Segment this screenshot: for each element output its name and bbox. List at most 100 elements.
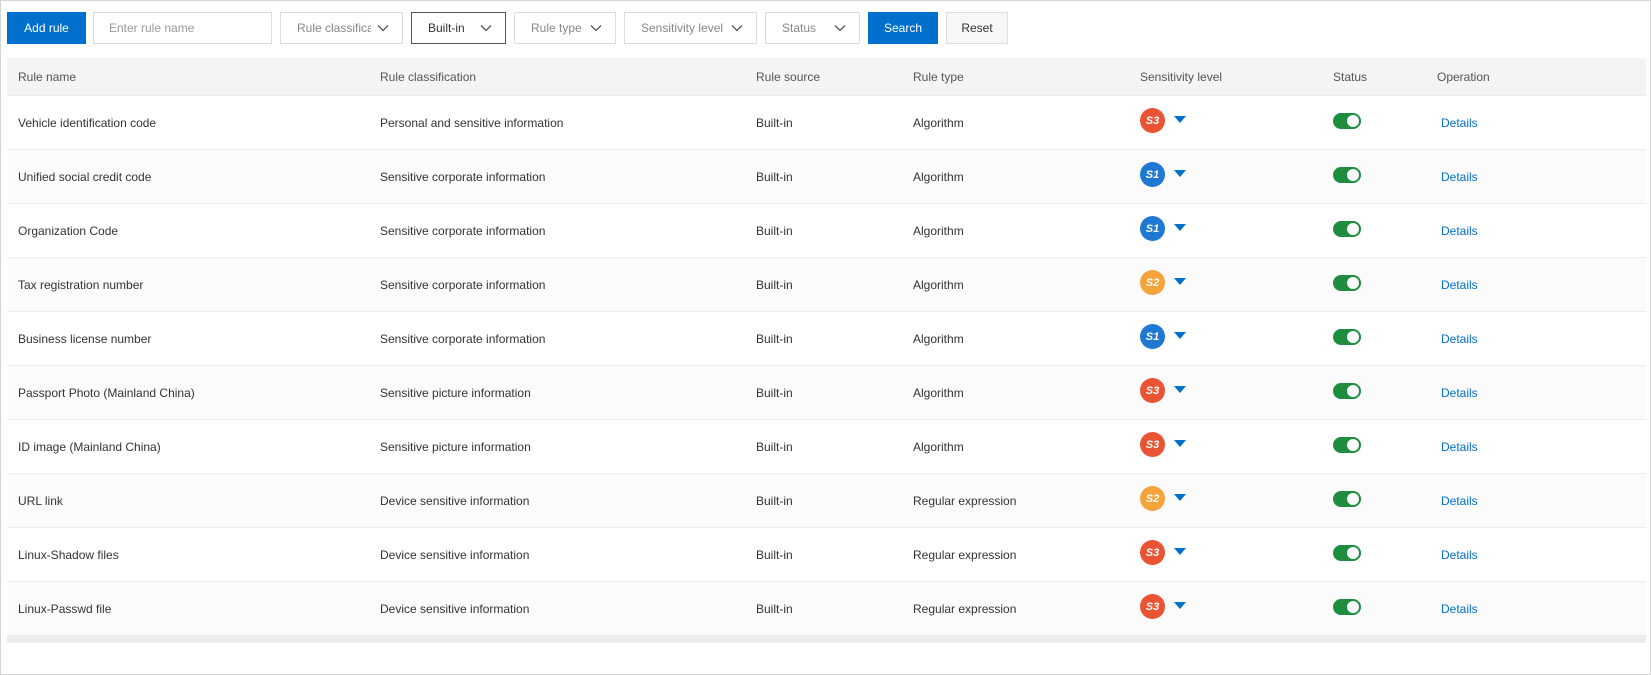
sensitivity-badge: S3 xyxy=(1140,378,1165,403)
sensitivity-level-control: S3 xyxy=(1140,540,1322,565)
rule-type-select[interactable]: Rule type xyxy=(514,12,616,44)
cell-sensitivity-level: S1 xyxy=(1129,216,1322,241)
caret-down-icon[interactable] xyxy=(1174,440,1186,447)
rule-source-select[interactable]: Built-in xyxy=(411,12,506,44)
cell-status xyxy=(1322,490,1426,507)
details-link[interactable]: Details xyxy=(1437,602,1478,616)
cell-rule-source: Built-in xyxy=(756,223,793,238)
cell-rule-name: Passport Photo (Mainland China) xyxy=(18,385,195,400)
caret-down-icon[interactable] xyxy=(1174,278,1186,285)
cell-rule-source: Built-in xyxy=(756,331,793,346)
header-rule-classification: Rule classification xyxy=(380,69,477,84)
cell-operation: Details xyxy=(1426,170,1646,184)
cell-rule-source: Built-in xyxy=(756,547,793,562)
cell-sensitivity-level: S2 xyxy=(1129,270,1322,295)
status-toggle[interactable] xyxy=(1333,598,1361,615)
cell-rule-classification: Personal and sensitive information xyxy=(380,115,564,130)
add-rule-button[interactable]: Add rule xyxy=(7,12,86,44)
sensitivity-badge: S3 xyxy=(1140,108,1165,133)
caret-down-icon[interactable] xyxy=(1174,224,1186,231)
sensitivity-badge: S3 xyxy=(1140,594,1165,619)
status-toggle[interactable] xyxy=(1333,328,1361,345)
sensitivity-level-select[interactable]: Sensitivity level xyxy=(624,12,757,44)
caret-down-icon[interactable] xyxy=(1174,116,1186,123)
cell-rule-classification: Sensitive corporate information xyxy=(380,223,546,238)
details-link[interactable]: Details xyxy=(1437,224,1478,238)
cell-sensitivity-level: S3 xyxy=(1129,540,1322,565)
cell-operation: Details xyxy=(1426,548,1646,562)
horizontal-scrollbar[interactable] xyxy=(7,635,1646,643)
sensitivity-level-control: S2 xyxy=(1140,486,1322,511)
status-toggle[interactable] xyxy=(1333,112,1361,129)
table-row: Organization Code Sensitive corporate inf… xyxy=(7,204,1646,258)
cell-rule-name: Organization Code xyxy=(18,223,119,238)
cell-rule-type: Algorithm xyxy=(913,277,964,292)
cell-operation: Details xyxy=(1426,440,1646,454)
cell-rule-classification: Sensitive picture information xyxy=(380,385,531,400)
status-toggle[interactable] xyxy=(1333,166,1361,183)
cell-sensitivity-level: S3 xyxy=(1129,432,1322,457)
header-status: Status xyxy=(1333,69,1368,84)
cell-sensitivity-level: S1 xyxy=(1129,324,1322,349)
details-link[interactable]: Details xyxy=(1437,440,1478,454)
caret-down-icon[interactable] xyxy=(1174,170,1186,177)
cell-rule-name: Business license number xyxy=(18,331,152,346)
details-link[interactable]: Details xyxy=(1437,548,1478,562)
chevron-down-icon xyxy=(479,21,493,35)
cell-rule-name: Linux-Passwd file xyxy=(18,601,112,616)
details-link[interactable]: Details xyxy=(1437,332,1478,346)
cell-rule-classification: Sensitive corporate information xyxy=(380,331,546,346)
cell-status xyxy=(1322,382,1426,399)
table-row: Vehicle identification code Personal and … xyxy=(7,96,1646,150)
sensitivity-level-control: S3 xyxy=(1140,108,1322,133)
cell-rule-name: ID image (Mainland China) xyxy=(18,439,161,454)
status-toggle[interactable] xyxy=(1333,544,1361,561)
sensitivity-level-control: S1 xyxy=(1140,216,1322,241)
details-link[interactable]: Details xyxy=(1437,116,1478,130)
sensitivity-level-control: S3 xyxy=(1140,432,1322,457)
caret-down-icon[interactable] xyxy=(1174,494,1186,501)
cell-rule-classification: Sensitive picture information xyxy=(380,439,531,454)
sensitivity-badge: S1 xyxy=(1140,216,1165,241)
details-link[interactable]: Details xyxy=(1437,278,1478,292)
caret-down-icon[interactable] xyxy=(1174,386,1186,393)
rules-table: Rule name Rule classification Rule sourc… xyxy=(7,58,1646,636)
details-link[interactable]: Details xyxy=(1437,170,1478,184)
search-button[interactable]: Search xyxy=(868,12,938,44)
status-select[interactable]: Status xyxy=(765,12,860,44)
cell-status xyxy=(1322,328,1426,345)
cell-rule-type: Algorithm xyxy=(913,169,964,184)
sensitivity-level-control: S2 xyxy=(1140,270,1322,295)
table-row: Passport Photo (Mainland China) Sensitive… xyxy=(7,366,1646,420)
caret-down-icon[interactable] xyxy=(1174,548,1186,555)
cell-status xyxy=(1322,220,1426,237)
status-toggle[interactable] xyxy=(1333,490,1361,507)
sensitivity-badge: S2 xyxy=(1140,486,1165,511)
table-header: Rule name Rule classification Rule sourc… xyxy=(7,58,1646,96)
cell-rule-source: Built-in xyxy=(756,115,793,130)
status-toggle[interactable] xyxy=(1333,274,1361,291)
cell-rule-name: Linux-Shadow files xyxy=(18,547,119,562)
status-toggle[interactable] xyxy=(1333,436,1361,453)
cell-rule-type: Regular expression xyxy=(913,493,1017,508)
sensitivity-badge: S2 xyxy=(1140,270,1165,295)
status-toggle[interactable] xyxy=(1333,220,1361,237)
caret-down-icon[interactable] xyxy=(1174,602,1186,609)
rule-name-input[interactable] xyxy=(93,12,272,44)
select-label: Rule type xyxy=(531,21,582,35)
cell-rule-name: Tax registration number xyxy=(18,277,144,292)
cell-rule-type: Algorithm xyxy=(913,385,964,400)
select-label: Rule classificat xyxy=(297,21,371,35)
status-toggle[interactable] xyxy=(1333,382,1361,399)
details-link[interactable]: Details xyxy=(1437,386,1478,400)
rule-classification-select[interactable]: Rule classificat xyxy=(280,12,403,44)
cell-status xyxy=(1322,544,1426,561)
details-link[interactable]: Details xyxy=(1437,494,1478,508)
reset-button[interactable]: Reset xyxy=(946,12,1008,44)
cell-status xyxy=(1322,166,1426,183)
caret-down-icon[interactable] xyxy=(1174,332,1186,339)
cell-rule-source: Built-in xyxy=(756,385,793,400)
select-label: Built-in xyxy=(428,21,465,35)
cell-rule-type: Algorithm xyxy=(913,223,964,238)
cell-rule-source: Built-in xyxy=(756,169,793,184)
